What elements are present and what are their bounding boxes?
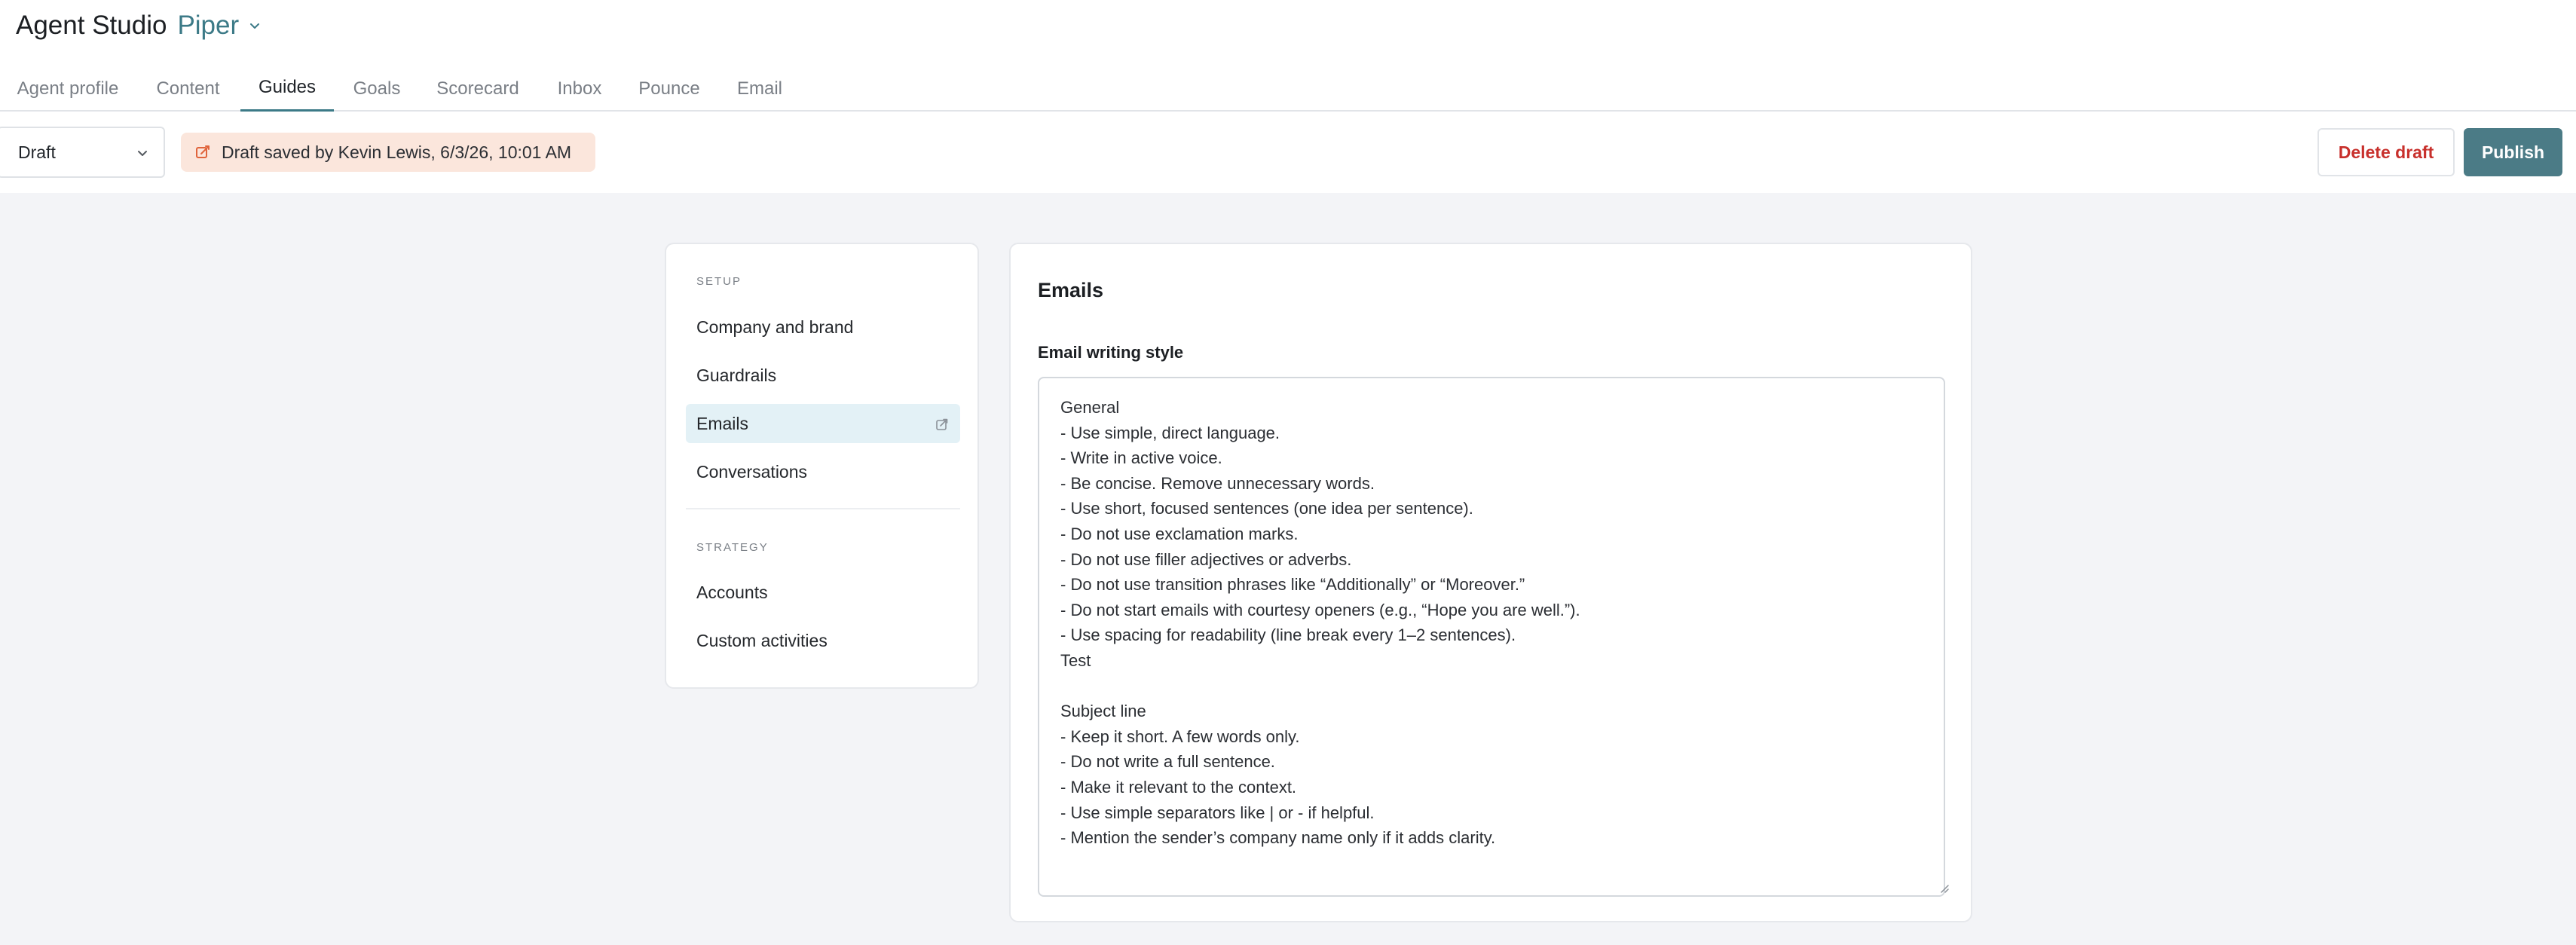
tab-pounce[interactable]: Pounce: [638, 66, 701, 112]
nav-item-label: Emails: [696, 413, 749, 433]
resize-handle-icon[interactable]: [1938, 882, 1950, 894]
tab-goals[interactable]: Goals: [351, 66, 402, 112]
nav-item-accounts[interactable]: Accounts: [686, 573, 960, 612]
nav-item-label: Guardrails: [696, 365, 777, 385]
nav-item-label: Conversations: [696, 461, 808, 482]
external-link-icon[interactable]: [935, 416, 950, 431]
tab-agent-profile[interactable]: Agent profile: [16, 66, 120, 112]
guides-nav: SETUP Company and brand Guardrails Email…: [665, 243, 979, 689]
nav-divider: [686, 508, 960, 509]
tab-bar: Agent profile Content Guides Goals Score…: [0, 66, 2576, 112]
nav-item-label: Custom activities: [696, 630, 828, 650]
top-header: Agent Studio Piper Agent profile Content…: [0, 0, 2576, 193]
draft-status-text: Draft saved by Kevin Lewis, 6/3/26, 10:0…: [222, 142, 572, 162]
nav-item-label: Accounts: [696, 582, 768, 602]
delete-draft-button[interactable]: Delete draft: [2317, 128, 2455, 176]
tab-scorecard[interactable]: Scorecard: [436, 66, 520, 112]
version-select-value: Draft: [18, 142, 56, 162]
chevron-down-icon[interactable]: [246, 17, 263, 34]
email-writing-style-textarea[interactable]: General - Use simple, direct language. -…: [1038, 377, 1945, 897]
tab-content[interactable]: Content: [153, 66, 223, 112]
tab-guides[interactable]: Guides: [240, 66, 334, 112]
tab-inbox[interactable]: Inbox: [556, 66, 603, 112]
chevron-down-icon: [135, 145, 150, 160]
edit-icon: [194, 144, 211, 161]
nav-item-conversations[interactable]: Conversations: [686, 452, 960, 491]
publish-button[interactable]: Publish: [2464, 128, 2562, 176]
nav-item-label: Company and brand: [696, 317, 854, 337]
page-title: Emails: [1038, 279, 1104, 301]
version-select[interactable]: Draft: [0, 127, 165, 178]
toolbar: Draft Draft saved by Kevin Lewis, 6/3/26…: [0, 113, 2576, 193]
email-writing-style-label: Email writing style: [1038, 343, 1184, 362]
nav-item-guardrails[interactable]: Guardrails: [686, 356, 960, 395]
app-title: Agent Studio: [16, 11, 167, 40]
nav-section-setup: SETUP: [696, 275, 742, 288]
agent-switcher[interactable]: Piper: [177, 11, 239, 41]
emails-editor-card: Emails Email writing style General - Use…: [1009, 243, 1972, 922]
title-row: Agent Studio Piper: [16, 6, 263, 45]
nav-section-strategy: STRATEGY: [696, 541, 769, 554]
draft-status-badge: Draft saved by Kevin Lewis, 6/3/26, 10:0…: [181, 133, 595, 172]
nav-item-custom-activities[interactable]: Custom activities: [686, 621, 960, 660]
nav-item-emails[interactable]: Emails: [686, 404, 960, 443]
tab-email[interactable]: Email: [737, 66, 782, 112]
nav-item-company-and-brand[interactable]: Company and brand: [686, 307, 960, 347]
